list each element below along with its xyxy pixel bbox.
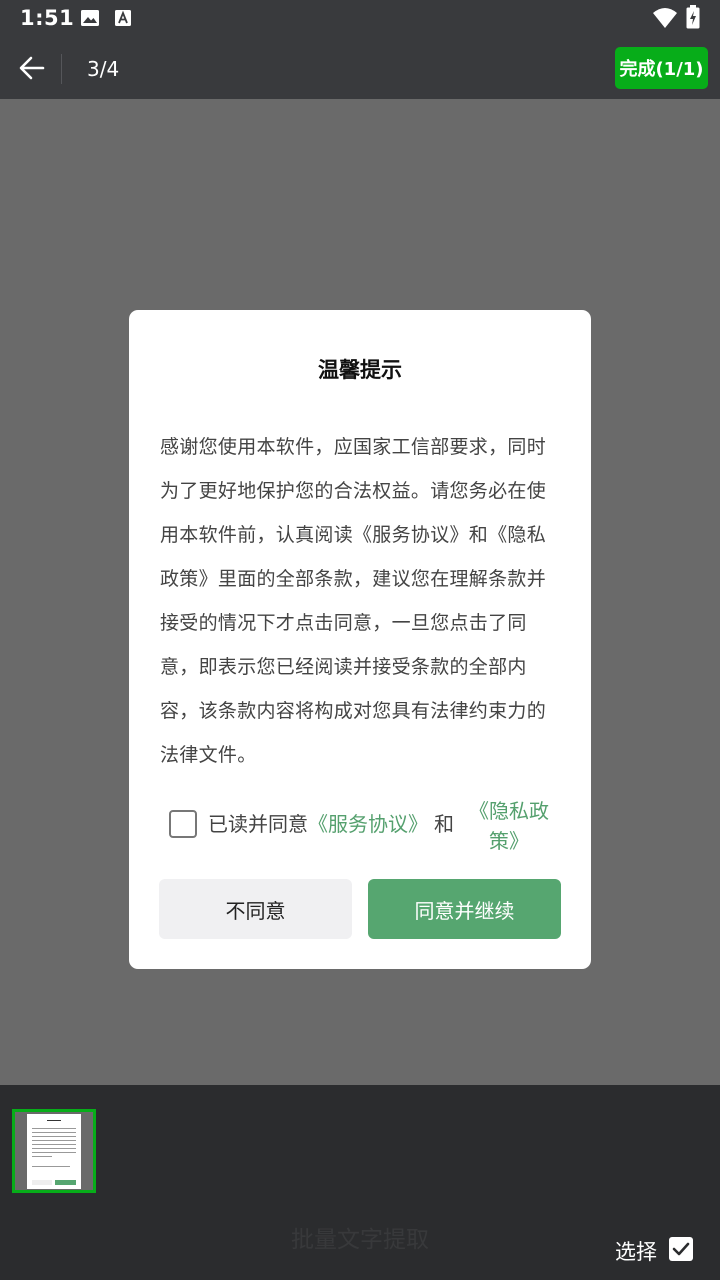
dialog-title: 温馨提示 bbox=[318, 358, 402, 382]
agree-row: 已读并同意《服务协议》和 《隐私政策》 bbox=[169, 796, 569, 856]
select-checkbox[interactable] bbox=[669, 1237, 693, 1261]
privacy-dialog: 温馨提示 感谢您使用本软件，应国家工信部要求，同时为了更好地保护您的合法权益。请… bbox=[129, 310, 591, 969]
image-icon bbox=[80, 9, 100, 31]
font-icon bbox=[114, 9, 132, 31]
agree-prefix: 已读并同意 bbox=[208, 812, 308, 836]
thumbnail-preview bbox=[27, 1114, 81, 1189]
agree-checkbox[interactable] bbox=[169, 810, 197, 838]
batch-extract-label: 批量文字提取 bbox=[291, 1227, 429, 1253]
status-bar: 1:51 bbox=[0, 0, 720, 36]
toolbar-divider bbox=[61, 54, 62, 84]
agree-continue-button[interactable]: 同意并继续 bbox=[368, 879, 561, 939]
page-thumbnail[interactable] bbox=[12, 1109, 96, 1193]
service-agreement-link[interactable]: 《服务协议》 bbox=[308, 812, 428, 836]
back-button[interactable] bbox=[14, 52, 50, 84]
and-text: 和 bbox=[434, 812, 454, 836]
done-button[interactable]: 完成(1/1) bbox=[615, 47, 708, 89]
wifi-icon bbox=[652, 7, 678, 33]
select-label: 选择 bbox=[615, 1240, 657, 1264]
checkmark-icon bbox=[672, 1242, 690, 1256]
arrow-left-icon bbox=[19, 56, 45, 80]
page-counter: 3/4 bbox=[87, 57, 120, 81]
privacy-policy-link[interactable]: 《隐私政策》 bbox=[459, 796, 559, 856]
bottom-panel: 批量文字提取 选择 bbox=[0, 1085, 720, 1280]
status-time: 1:51 bbox=[20, 6, 75, 30]
battery-icon bbox=[686, 5, 700, 33]
dialog-body: 感谢您使用本软件，应国家工信部要求，同时为了更好地保护您的合法权益。请您务必在使… bbox=[160, 436, 547, 766]
agree-text: 已读并同意《服务协议》和 bbox=[208, 808, 454, 837]
toolbar: 3/4 完成(1/1) bbox=[0, 36, 720, 99]
disagree-button[interactable]: 不同意 bbox=[159, 879, 352, 939]
